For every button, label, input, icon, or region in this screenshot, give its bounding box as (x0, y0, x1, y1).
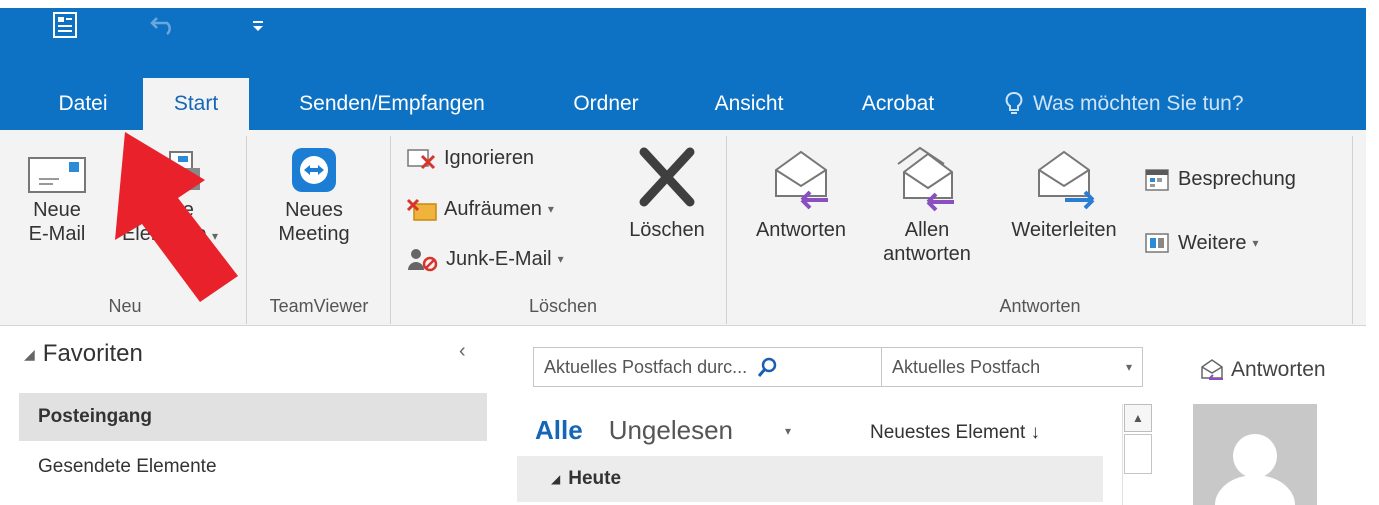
reply-icon (1201, 359, 1223, 380)
divider (246, 136, 247, 324)
search-icon[interactable] (757, 356, 779, 378)
reply-button[interactable]: Antworten (736, 142, 866, 242)
ignore-icon (407, 149, 436, 170)
new-meeting-button[interactable]: Neues Meeting (262, 142, 366, 246)
scroll-thumb[interactable] (1124, 434, 1152, 474)
filter-row: Alle Ungelesen ▾ (535, 415, 791, 446)
divider (390, 136, 391, 324)
outlook-icon (50, 8, 80, 42)
group-label-neu: Neu (108, 296, 142, 316)
lightbulb-icon (1005, 92, 1023, 114)
collapse-triangle-icon: ◢ (24, 345, 35, 362)
ribbon: Neue E-Mail Neue Elemente ▾ Neu Neues Me… (0, 130, 1366, 326)
more-button[interactable]: Weitere ▾ (1144, 230, 1259, 256)
reply-all-button[interactable]: Allen antworten (866, 142, 988, 266)
collapse-triangle-icon: ◢ (551, 472, 561, 486)
scroll-up-icon[interactable]: ▲ (1124, 404, 1152, 432)
new-items-icon (168, 151, 200, 190)
tab-datei[interactable]: Datei (30, 78, 136, 130)
new-email-button[interactable]: Neue E-Mail (18, 142, 96, 246)
chevron-down-icon: ▾ (1125, 360, 1132, 374)
filter-dropdown-icon[interactable]: ▾ (785, 424, 791, 438)
junk-email-button[interactable]: Junk-E-Mail ▾ (406, 246, 564, 272)
delete-x-icon (639, 147, 695, 207)
ignore-button[interactable]: Ignorieren (406, 146, 534, 170)
tab-start[interactable]: Start (143, 78, 249, 130)
envelope-icon (28, 157, 86, 193)
divider (726, 136, 727, 324)
group-label-teamviewer: TeamViewer (269, 296, 369, 316)
avatar (1193, 404, 1317, 505)
favorites-header[interactable]: ◢ Favoriten (24, 340, 143, 368)
new-items-button[interactable]: Neue Elemente ▾ (108, 142, 232, 248)
tell-me-box[interactable]: Was möchten Sie tun? (1005, 78, 1244, 130)
sort-button[interactable]: Neuestes Element ↓ (870, 422, 1040, 444)
forward-button[interactable]: Weiterleiten (994, 142, 1134, 242)
more-icon (1145, 233, 1169, 253)
undo-icon[interactable] (146, 8, 180, 42)
cleanup-icon (406, 198, 437, 221)
divider (1352, 136, 1353, 324)
tab-senden-empfangen[interactable]: Senden/Empfangen (274, 78, 510, 130)
search-box[interactable]: Aktuelles Postfach durc... Aktuelles Pos… (533, 347, 1143, 387)
collapse-pane-icon[interactable]: ‹ (459, 340, 466, 363)
folder-inbox[interactable]: Posteingang (19, 393, 487, 441)
teamviewer-icon (292, 148, 336, 192)
cleanup-button[interactable]: Aufräumen ▾ (406, 196, 554, 222)
meeting-button[interactable]: Besprechung (1144, 166, 1296, 192)
forward-icon (1038, 150, 1095, 210)
customize-qat-icon[interactable] (248, 8, 268, 42)
filter-unread[interactable]: Ungelesen (609, 415, 733, 446)
filter-all[interactable]: Alle (535, 415, 583, 446)
reading-reply-button[interactable]: Antworten (1199, 358, 1326, 382)
tab-ansicht[interactable]: Ansicht (694, 78, 804, 130)
reply-icon (775, 150, 828, 210)
group-header-today[interactable]: ◢ Heute (517, 456, 1103, 502)
folder-sent[interactable]: Gesendete Elemente (19, 443, 487, 491)
tab-acrobat[interactable]: Acrobat (843, 78, 953, 130)
tell-me-text: Was möchten Sie tun? (1033, 92, 1244, 115)
group-label-antworten: Antworten (999, 296, 1081, 316)
search-scope-dropdown[interactable]: Aktuelles Postfach ▾ (882, 357, 1142, 378)
calendar-icon (1145, 169, 1169, 191)
junk-icon (408, 249, 438, 272)
group-label-loeschen: Löschen (528, 296, 598, 316)
delete-button[interactable]: Löschen (612, 142, 722, 242)
tab-ordner[interactable]: Ordner (556, 78, 656, 130)
reply-all-icon (897, 146, 954, 212)
search-input[interactable]: Aktuelles Postfach durc... (534, 348, 882, 386)
